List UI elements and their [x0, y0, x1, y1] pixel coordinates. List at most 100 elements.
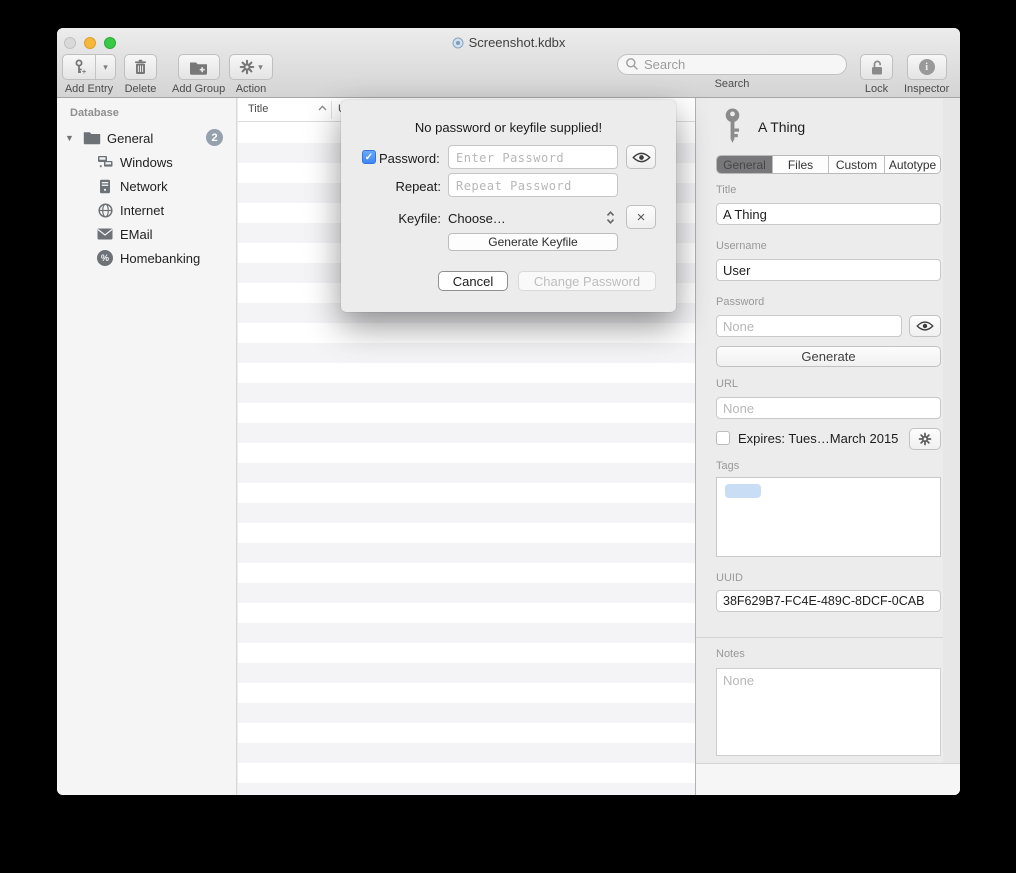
tag-pill[interactable]	[725, 484, 761, 498]
trash-icon	[133, 59, 148, 75]
keyfile-label: Keyfile:	[341, 211, 441, 226]
key-plus-icon: +	[63, 55, 96, 79]
inspector-panel: A Thing General Files Custom Autotype Ti…	[695, 98, 960, 795]
window-title: Screenshot.kdbx	[57, 35, 960, 50]
expires-label: Expires: Tues…March 2015	[738, 431, 898, 446]
sidebar-item-label: EMail	[120, 227, 153, 242]
folder-plus-icon	[189, 60, 208, 75]
clear-keyfile-button[interactable]: ×	[626, 205, 656, 229]
toolbar-add-entry: + ▾ Add Entry	[62, 54, 116, 95]
expires-settings-button[interactable]	[909, 428, 941, 450]
toolbar-action: ▾ Action	[229, 54, 273, 95]
popup-stepper-icon[interactable]	[605, 209, 616, 226]
expires-checkbox[interactable]	[716, 431, 730, 445]
toolbar-delete: Delete	[124, 54, 157, 95]
uuid-field[interactable]	[716, 590, 941, 612]
action-chevron-icon: ▾	[258, 62, 263, 73]
username-field[interactable]	[716, 259, 941, 281]
add-entry-button[interactable]: + ▾	[62, 54, 116, 80]
app-window: Screenshot.kdbx + ▾ Add Entry Delete Add…	[57, 28, 960, 795]
dialog-message: No password or keyfile supplied!	[341, 120, 676, 135]
eye-icon	[916, 320, 934, 332]
sidebar-item-general[interactable]: ▼ General 2	[57, 126, 236, 150]
add-group-button[interactable]	[178, 54, 220, 80]
uuid-label: UUID	[716, 572, 743, 584]
add-group-label: Add Group	[172, 83, 225, 95]
sidebar: Database ▼ General 2 Windows Network Int…	[57, 98, 237, 795]
password-label: Password	[716, 296, 764, 308]
sidebar-header: Database	[70, 107, 119, 119]
tab-general[interactable]: General	[717, 156, 773, 173]
repeat-label: Repeat:	[341, 179, 441, 194]
folder-icon	[83, 130, 101, 145]
disclosure-triangle-icon[interactable]: ▼	[65, 133, 74, 143]
generate-password-button[interactable]: Generate	[716, 346, 941, 367]
svg-text:+: +	[82, 69, 86, 75]
inspector-button[interactable]: i	[907, 54, 947, 80]
document-icon	[452, 37, 464, 49]
password-field[interactable]	[716, 315, 902, 337]
action-button[interactable]: ▾	[229, 54, 273, 80]
add-entry-dropdown-arrow[interactable]: ▾	[96, 55, 115, 79]
check-icon: ✓	[365, 152, 373, 163]
inspector-tabs: General Files Custom Autotype	[716, 155, 941, 174]
column-divider[interactable]	[331, 101, 332, 119]
change-password-button[interactable]: Change Password	[518, 271, 656, 291]
password-checkbox-label: Password:	[379, 151, 440, 166]
generate-keyfile-button[interactable]: Generate Keyfile	[448, 233, 618, 251]
search-input[interactable]	[617, 54, 847, 75]
sort-ascending-icon	[318, 105, 327, 111]
delete-label: Delete	[125, 83, 157, 95]
url-field[interactable]	[716, 397, 941, 419]
server-icon	[97, 178, 113, 194]
sidebar-item-label: General	[107, 131, 153, 146]
sidebar-item-homebanking[interactable]: % Homebanking	[57, 246, 236, 270]
tab-custom[interactable]: Custom	[829, 156, 885, 173]
sidebar-item-label: Windows	[120, 155, 173, 170]
sidebar-item-windows[interactable]: Windows	[57, 150, 236, 174]
inspector-scrollbar-gutter	[943, 98, 960, 763]
notes-label: Notes	[716, 648, 745, 660]
clear-icon: ×	[637, 210, 646, 225]
tab-files[interactable]: Files	[773, 156, 829, 173]
delete-button[interactable]	[124, 54, 157, 80]
title-field[interactable]	[716, 203, 941, 225]
reveal-password-button[interactable]	[626, 145, 656, 169]
notes-field[interactable]	[716, 668, 941, 756]
envelope-icon	[97, 226, 113, 242]
add-entry-label: Add Entry	[65, 83, 113, 95]
search-icon	[625, 57, 639, 71]
cancel-button[interactable]: Cancel	[438, 271, 508, 291]
enter-password-input[interactable]	[448, 145, 618, 169]
toolbar-lock: Lock	[860, 54, 893, 95]
entry-title-heading: A Thing	[758, 119, 805, 135]
password-checkbox[interactable]: ✓	[362, 150, 376, 164]
tags-label: Tags	[716, 460, 739, 472]
section-divider	[696, 637, 960, 638]
percent-icon: %	[97, 250, 113, 266]
toolbar-add-group: Add Group	[172, 54, 225, 95]
windows-icon	[97, 154, 113, 170]
count-badge: 2	[206, 129, 223, 146]
change-password-dialog: No password or keyfile supplied! ✓ Passw…	[341, 100, 676, 312]
column-header-title[interactable]: Title	[248, 103, 268, 115]
globe-icon	[97, 202, 113, 218]
unlock-icon	[869, 59, 885, 76]
toolbar-inspector: i Inspector	[904, 54, 949, 95]
sidebar-item-network[interactable]: Network	[57, 174, 236, 198]
inspector-footer	[696, 763, 960, 795]
sidebar-item-internet[interactable]: Internet	[57, 198, 236, 222]
lock-label: Lock	[865, 83, 888, 95]
username-label: Username	[716, 240, 767, 252]
key-icon	[723, 108, 742, 144]
reveal-password-button[interactable]	[909, 315, 941, 337]
sidebar-item-email[interactable]: EMail	[57, 222, 236, 246]
url-label: URL	[716, 378, 738, 390]
lock-button[interactable]	[860, 54, 893, 80]
repeat-password-input[interactable]	[448, 173, 618, 197]
info-icon: i	[919, 59, 935, 75]
tab-autotype[interactable]: Autotype	[885, 156, 940, 173]
eye-icon	[632, 151, 651, 164]
tags-box[interactable]	[716, 477, 941, 557]
keyfile-popup[interactable]: Choose…	[448, 211, 506, 226]
